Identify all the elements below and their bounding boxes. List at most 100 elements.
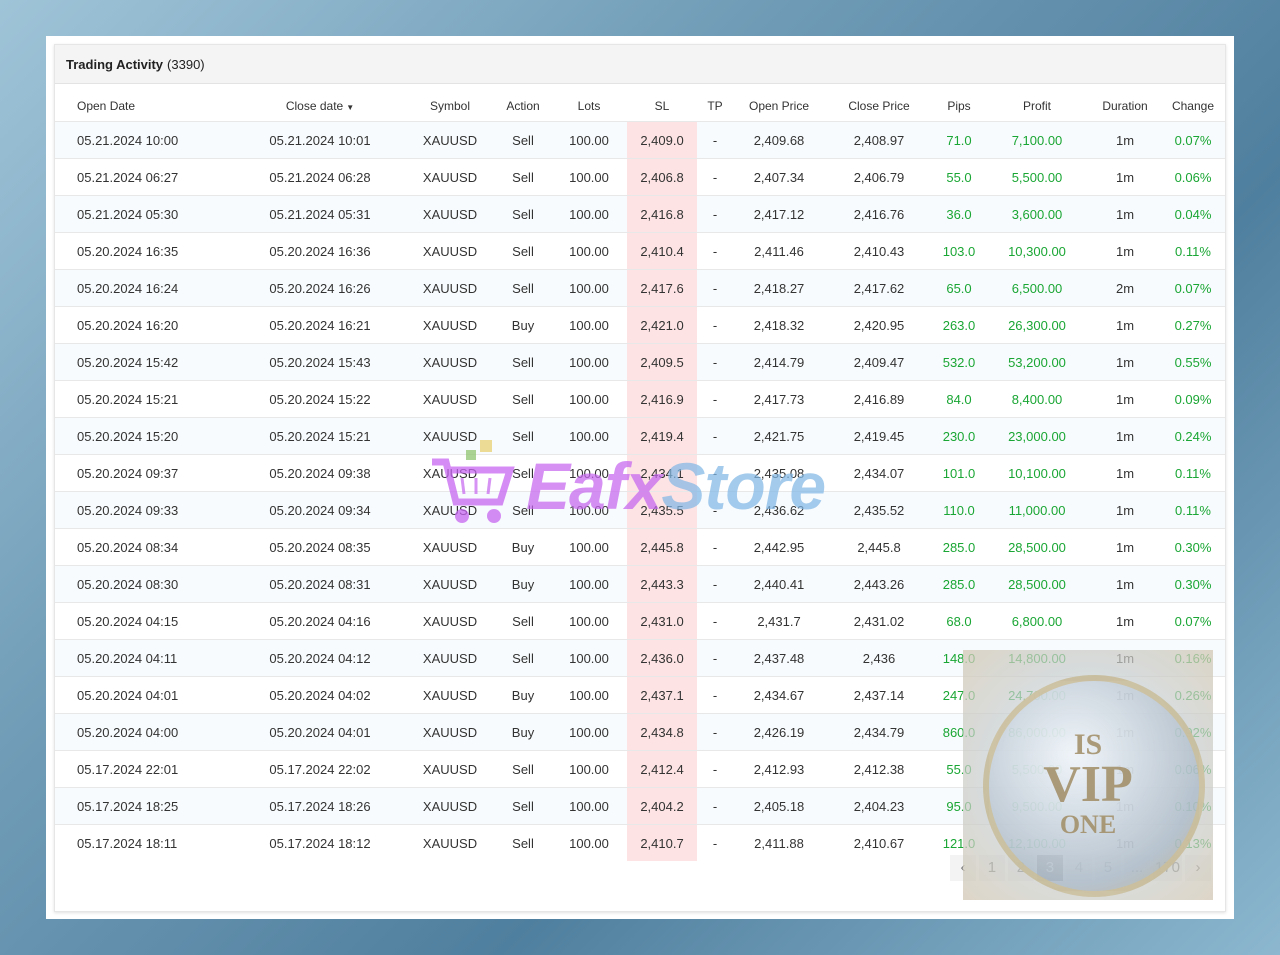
table-row[interactable]: 05.21.2024 06:27 05.21.2024 06:28 XAUUSD Se…: [55, 158, 1225, 196]
column-header-open-date[interactable]: Open Date: [55, 91, 235, 122]
column-header-label: Pips: [947, 99, 971, 113]
table-row[interactable]: 05.20.2024 04:01 05.20.2024 04:02 XAUUSD Bu…: [55, 676, 1225, 714]
cell-pips: 55.0: [933, 158, 985, 196]
table-row[interactable]: 05.21.2024 05:30 05.21.2024 05:31 XAUUSD Se…: [55, 195, 1225, 233]
column-header-change[interactable]: Change: [1161, 91, 1225, 122]
page-ellipsis[interactable]: ...: [1123, 855, 1150, 881]
cell-pips: 95.0: [933, 787, 985, 825]
table-header-row: Open Date Close date ▼ Symbol Action Lots SL TP…: [55, 91, 1225, 122]
column-header-sl[interactable]: SL: [627, 91, 697, 122]
page-button-2[interactable]: 2: [1007, 855, 1034, 881]
cell-action: Buy: [495, 713, 551, 751]
cell-symbol: XAUUSD: [405, 195, 495, 233]
table-row[interactable]: 05.20.2024 15:20 05.20.2024 15:21 XAUUSD Se…: [55, 417, 1225, 455]
cell-pips: 110.0: [933, 491, 985, 529]
cell-lots: 100.00: [551, 343, 627, 381]
column-header-label: Change: [1171, 99, 1215, 113]
table-row[interactable]: 05.20.2024 08:34 05.20.2024 08:35 XAUUSD Bu…: [55, 528, 1225, 566]
cell-open-date: 05.21.2024 06:27: [55, 158, 235, 196]
page-button-3[interactable]: 3: [1036, 855, 1063, 881]
cell-close-date: 05.20.2024 08:35: [235, 528, 405, 566]
cell-open-date: 05.20.2024 04:15: [55, 602, 235, 640]
cell-action: Sell: [495, 787, 551, 825]
cell-open-date: 05.20.2024 15:21: [55, 380, 235, 418]
cell-change: 0.09%: [1161, 380, 1225, 418]
cell-tp: -: [697, 380, 733, 418]
cell-action: Buy: [495, 528, 551, 566]
page-button-4[interactable]: 4: [1065, 855, 1092, 881]
cell-action: Sell: [495, 639, 551, 677]
column-header-pips[interactable]: Pips: [933, 91, 985, 122]
cell-symbol: XAUUSD: [405, 787, 495, 825]
table-row[interactable]: 05.20.2024 04:11 05.20.2024 04:12 XAUUSD Se…: [55, 639, 1225, 677]
cell-close-date: 05.20.2024 16:36: [235, 232, 405, 270]
chevron-left-icon[interactable]: ‹: [949, 855, 976, 881]
table-row[interactable]: 05.20.2024 04:15 05.20.2024 04:16 XAUUSD Se…: [55, 602, 1225, 640]
cell-change: 0.11%: [1161, 232, 1225, 270]
cell-action: Sell: [495, 158, 551, 196]
cell-symbol: XAUUSD: [405, 602, 495, 640]
cell-action: Sell: [495, 417, 551, 455]
cell-lots: 100.00: [551, 158, 627, 196]
cell-duration: 1m: [1089, 713, 1161, 751]
cell-symbol: XAUUSD: [405, 565, 495, 603]
cell-open-price: 2,418.32: [733, 306, 825, 344]
table-row[interactable]: 05.20.2024 09:33 05.20.2024 09:34 XAUUSD Se…: [55, 491, 1225, 529]
column-header-duration[interactable]: Duration: [1089, 91, 1161, 122]
table-body: 05.21.2024 10:00 05.21.2024 10:01 XAUUSD Se…: [55, 121, 1225, 861]
cell-profit: 28,500.00: [985, 565, 1089, 603]
cell-profit: 5,500.00: [985, 750, 1089, 788]
table-row[interactable]: 05.20.2024 16:24 05.20.2024 16:26 XAUUSD Se…: [55, 269, 1225, 307]
table-row[interactable]: 05.20.2024 08:30 05.20.2024 08:31 XAUUSD Bu…: [55, 565, 1225, 603]
cell-lots: 100.00: [551, 269, 627, 307]
cell-lots: 100.00: [551, 750, 627, 788]
cell-close-price: 2,431.02: [825, 602, 933, 640]
cell-sl: 2,435.5: [627, 491, 697, 529]
cell-close-price: 2,419.45: [825, 417, 933, 455]
cell-lots: 100.00: [551, 232, 627, 270]
table-row[interactable]: 05.20.2024 04:00 05.20.2024 04:01 XAUUSD Bu…: [55, 713, 1225, 751]
table-row[interactable]: 05.20.2024 09:37 05.20.2024 09:38 XAUUSD Se…: [55, 454, 1225, 492]
cell-change: 0.06%: [1161, 750, 1225, 788]
table-row[interactable]: 05.20.2024 16:20 05.20.2024 16:21 XAUUSD Bu…: [55, 306, 1225, 344]
table-row[interactable]: 05.17.2024 18:25 05.17.2024 18:26 XAUUSD Se…: [55, 787, 1225, 825]
column-header-close-price[interactable]: Close Price: [825, 91, 933, 122]
column-header-symbol[interactable]: Symbol: [405, 91, 495, 122]
page-button-5[interactable]: 5: [1094, 855, 1121, 881]
table-row[interactable]: 05.20.2024 15:42 05.20.2024 15:43 XAUUSD Se…: [55, 343, 1225, 381]
caret-down-icon[interactable]: ▼: [346, 103, 354, 112]
cell-change: 0.11%: [1161, 454, 1225, 492]
cell-close-price: 2,404.23: [825, 787, 933, 825]
cell-open-price: 2,411.88: [733, 824, 825, 861]
column-header-profit[interactable]: Profit: [985, 91, 1089, 122]
column-header-lots[interactable]: Lots: [551, 91, 627, 122]
cell-symbol: XAUUSD: [405, 750, 495, 788]
cell-pips: 68.0: [933, 602, 985, 640]
table-row[interactable]: 05.17.2024 22:01 05.17.2024 22:02 XAUUSD Se…: [55, 750, 1225, 788]
cell-close-date: 05.20.2024 04:02: [235, 676, 405, 714]
cell-symbol: XAUUSD: [405, 713, 495, 751]
cell-duration: 1m: [1089, 417, 1161, 455]
cell-sl: 2,421.0: [627, 306, 697, 344]
cell-lots: 100.00: [551, 306, 627, 344]
column-header-open-price[interactable]: Open Price: [733, 91, 825, 122]
page-button-170[interactable]: 170: [1152, 855, 1182, 881]
cell-pips: 36.0: [933, 195, 985, 233]
cell-symbol: XAUUSD: [405, 639, 495, 677]
column-header-tp[interactable]: TP: [697, 91, 733, 122]
cell-symbol: XAUUSD: [405, 676, 495, 714]
table-row[interactable]: 05.20.2024 16:35 05.20.2024 16:36 XAUUSD Se…: [55, 232, 1225, 270]
cell-open-date: 05.20.2024 04:01: [55, 676, 235, 714]
page-button-1[interactable]: 1: [978, 855, 1005, 881]
column-header-close-date[interactable]: Close date ▼: [235, 91, 405, 122]
cell-lots: 100.00: [551, 787, 627, 825]
cell-close-price: 2,408.97: [825, 121, 933, 159]
table-row[interactable]: 05.21.2024 10:00 05.21.2024 10:01 XAUUSD Se…: [55, 121, 1225, 159]
cell-tp: -: [697, 602, 733, 640]
table-row[interactable]: 05.20.2024 15:21 05.20.2024 15:22 XAUUSD Se…: [55, 380, 1225, 418]
trading-activity-table: Open Date Close date ▼ Symbol Action Lots SL TP…: [55, 91, 1225, 861]
cell-close-price: 2,443.26: [825, 565, 933, 603]
column-header-action[interactable]: Action: [495, 91, 551, 122]
cell-open-price: 2,411.46: [733, 232, 825, 270]
chevron-right-icon[interactable]: ›: [1185, 855, 1211, 881]
